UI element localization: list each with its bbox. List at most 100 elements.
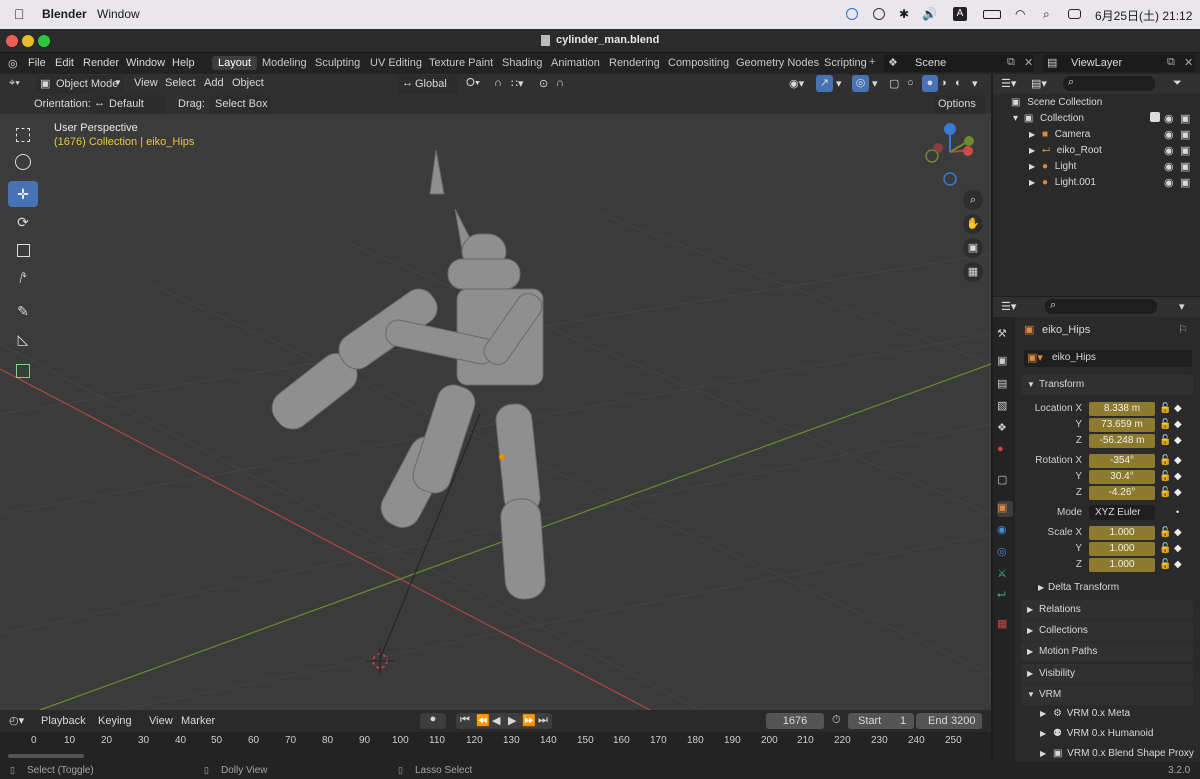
scale-z-field[interactable]: 1.000	[1089, 558, 1155, 572]
visibility-icon[interactable]: ◉▾	[789, 77, 804, 90]
eye-icon[interactable]: ◉	[1164, 160, 1174, 173]
timeline-menu-playback[interactable]: Playback	[41, 715, 86, 727]
eye-icon[interactable]: ◉	[1164, 112, 1174, 125]
lock-icon[interactable]: 🔓	[1159, 435, 1171, 446]
material-shading-icon[interactable]: ◑	[940, 77, 947, 89]
outliner-item-eiko-root[interactable]: ▶ ⮠ eiko_Root	[1029, 143, 1102, 159]
chevron-down-icon[interactable]: ▾	[1179, 300, 1185, 313]
timeline-menu-marker[interactable]: Marker	[181, 715, 215, 727]
viewport-menu-view[interactable]: View	[134, 77, 158, 89]
physics-tab-icon[interactable]: ◎	[997, 545, 1013, 561]
tab-texture-paint[interactable]: Texture Paint	[429, 57, 493, 69]
collection-checkbox[interactable]	[1150, 112, 1160, 122]
pin-icon[interactable]: ⚐	[1178, 323, 1188, 336]
properties-search-input[interactable]: ⌕	[1045, 299, 1157, 314]
3d-cursor[interactable]	[366, 647, 394, 675]
cursor-tool[interactable]	[8, 149, 38, 175]
scene-tab-icon[interactable]: ❖	[997, 421, 1013, 437]
jump-end-icon[interactable]: ⏭	[538, 714, 548, 727]
auto-keying-toggle[interactable]: ●	[420, 713, 446, 729]
select-box-tool[interactable]	[8, 122, 38, 148]
input-method-icon[interactable]: A	[953, 7, 967, 21]
tab-geometry-nodes[interactable]: Geometry Nodes	[736, 57, 819, 69]
tab-modeling[interactable]: Modeling	[262, 57, 307, 69]
wifi-icon[interactable]: ◠	[1015, 7, 1025, 21]
eye-icon[interactable]: ◉	[1164, 128, 1174, 141]
menu-render[interactable]: Render	[83, 57, 119, 69]
search-icon[interactable]: ⌕	[1043, 7, 1050, 22]
eye-icon[interactable]: ◉	[1164, 144, 1174, 157]
add-workspace-icon[interactable]: +	[869, 56, 875, 68]
tool-tab-icon[interactable]: ⚒	[997, 327, 1013, 343]
lock-icon[interactable]: 🔓	[1159, 471, 1171, 482]
keyframe-icon[interactable]: ◆	[1174, 455, 1182, 466]
measure-tool[interactable]: ◺	[8, 326, 38, 352]
prev-keyframe-icon[interactable]: ⏪	[476, 714, 490, 727]
relations-panel-header[interactable]: ▶ Relations	[1021, 600, 1193, 620]
tab-animation[interactable]: Animation	[551, 57, 600, 69]
keyframe-icon[interactable]: ◆	[1174, 527, 1182, 538]
keyframe-icon[interactable]: ◆	[1174, 403, 1182, 414]
navigation-gizmo[interactable]	[918, 120, 978, 190]
menu-file[interactable]: File	[28, 57, 46, 69]
overlay-toggle-icon[interactable]: ◎	[852, 75, 869, 92]
outliner-item-light[interactable]: ▶ ● Light	[1029, 159, 1076, 175]
tab-compositing[interactable]: Compositing	[668, 57, 729, 69]
tab-shading[interactable]: Shading	[502, 57, 542, 69]
motion-paths-panel-header[interactable]: ▶ Motion Paths	[1021, 642, 1193, 662]
collections-panel-header[interactable]: ▶ Collections	[1021, 621, 1193, 641]
timeline-menu-keying[interactable]: Keying	[98, 715, 132, 727]
data-tab-icon[interactable]: ⮠	[997, 589, 1013, 605]
viewlayer-selector[interactable]: ▤ ViewLayer ⧉ ✕	[1043, 54, 1195, 72]
rotation-x-field[interactable]: -354°	[1089, 454, 1155, 468]
vrm-blendshape-subpanel[interactable]: ▶ ▣ VRM 0.x Blend Shape Proxy	[1040, 748, 1194, 759]
transform-tool[interactable]: ⭚	[8, 265, 38, 291]
rendered-shading-icon[interactable]: ◐	[955, 77, 962, 89]
snap-target-icon[interactable]: ∷▾	[511, 77, 524, 90]
add-cube-tool[interactable]	[8, 358, 38, 384]
keyframe-icon[interactable]: ◆	[1174, 435, 1182, 446]
vrm-humanoid-subpanel[interactable]: ▶ ⚉ VRM 0.x Humanoid	[1040, 728, 1153, 739]
keyframe-icon[interactable]: ◆	[1174, 543, 1182, 554]
rotation-mode-dropdown[interactable]: XYZ Euler	[1089, 505, 1155, 520]
world-tab-icon[interactable]: ●	[997, 443, 1013, 459]
object-name-field[interactable]: ▣▾ eiko_Hips	[1024, 350, 1192, 367]
render-camera-icon[interactable]: ▣	[1180, 112, 1190, 125]
constraint-tab-icon[interactable]: ⚔	[997, 567, 1013, 583]
menu-window[interactable]: Window	[126, 57, 165, 69]
zoom-window-button[interactable]	[38, 35, 50, 47]
tab-uv-editing[interactable]: UV Editing	[370, 57, 422, 69]
play-reverse-icon[interactable]: ◀	[492, 714, 500, 727]
scale-tool[interactable]	[8, 237, 38, 263]
viewport-menu-object[interactable]: Object	[232, 77, 264, 89]
outliner-item-camera[interactable]: ▶ ■ Camera	[1029, 127, 1090, 143]
lock-icon[interactable]: 🔓	[1159, 559, 1171, 570]
keyframe-icon[interactable]: ◆	[1174, 559, 1182, 570]
render-camera-icon[interactable]: ▣	[1180, 144, 1190, 157]
pan-hand-icon[interactable]: ✋	[963, 214, 983, 234]
wireframe-shading-icon[interactable]: ○	[907, 77, 914, 89]
volume-icon[interactable]: 🔊	[922, 7, 937, 21]
stopwatch-icon[interactable]: ⏱	[832, 714, 841, 727]
xray-icon[interactable]: ▢	[889, 77, 899, 90]
next-keyframe-icon[interactable]: ⏩	[522, 714, 536, 727]
viewport-scene[interactable]	[0, 114, 991, 710]
output-tab-icon[interactable]: ▤	[997, 377, 1013, 393]
location-z-field[interactable]: -56.248 m	[1089, 434, 1155, 448]
filter-icon[interactable]: ⏷	[1173, 77, 1182, 90]
tab-sculpting[interactable]: Sculpting	[315, 57, 360, 69]
close-window-button[interactable]	[6, 35, 18, 47]
location-y-field[interactable]: 73.659 m	[1089, 418, 1155, 432]
play-icon[interactable]: ▶	[508, 714, 516, 727]
current-frame-field[interactable]: 1676	[766, 713, 824, 729]
vrm-panel-header[interactable]: ▼ VRM	[1021, 685, 1193, 705]
ortho-grid-icon[interactable]: ▦	[963, 262, 983, 282]
minimize-window-button[interactable]	[22, 35, 34, 47]
start-frame-field[interactable]: Start 1	[848, 713, 914, 729]
lock-icon[interactable]: 🔓	[1159, 419, 1171, 430]
annotate-tool[interactable]: ✎	[8, 298, 38, 324]
zoom-icon[interactable]: ⌕	[963, 190, 983, 210]
visibility-panel-header[interactable]: ▶ Visibility	[1021, 664, 1193, 684]
overlay-dropdown-icon[interactable]: ▾	[872, 77, 878, 90]
control-center-icon[interactable]	[1068, 9, 1081, 19]
